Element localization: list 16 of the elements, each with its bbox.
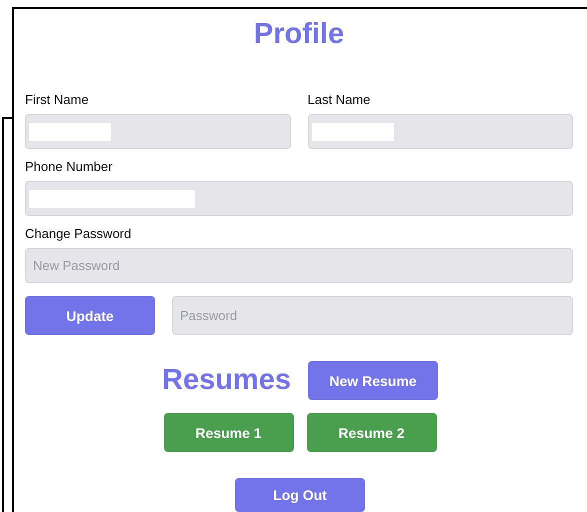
resume-button[interactable]: Resume 2	[306, 413, 436, 452]
field-label: First Name	[25, 92, 90, 108]
new-resume-button[interactable]: New Resume	[308, 361, 438, 400]
field-label: Change Password	[25, 226, 132, 242]
update-button[interactable]: Update	[25, 296, 155, 335]
logout-button[interactable]: Log Out	[235, 478, 365, 512]
input-field[interactable]	[25, 114, 290, 149]
field-label: Phone Number	[25, 159, 114, 175]
input-field[interactable]: Password	[172, 296, 573, 335]
field-label: Last Name	[308, 92, 372, 108]
section-heading: Resumes	[162, 364, 291, 397]
page-title: Profile	[254, 17, 344, 51]
input-field[interactable]	[308, 114, 573, 149]
input-field[interactable]	[25, 181, 573, 216]
resume-button[interactable]: Resume 1	[164, 413, 294, 452]
input-field[interactable]: New Password	[25, 248, 573, 283]
